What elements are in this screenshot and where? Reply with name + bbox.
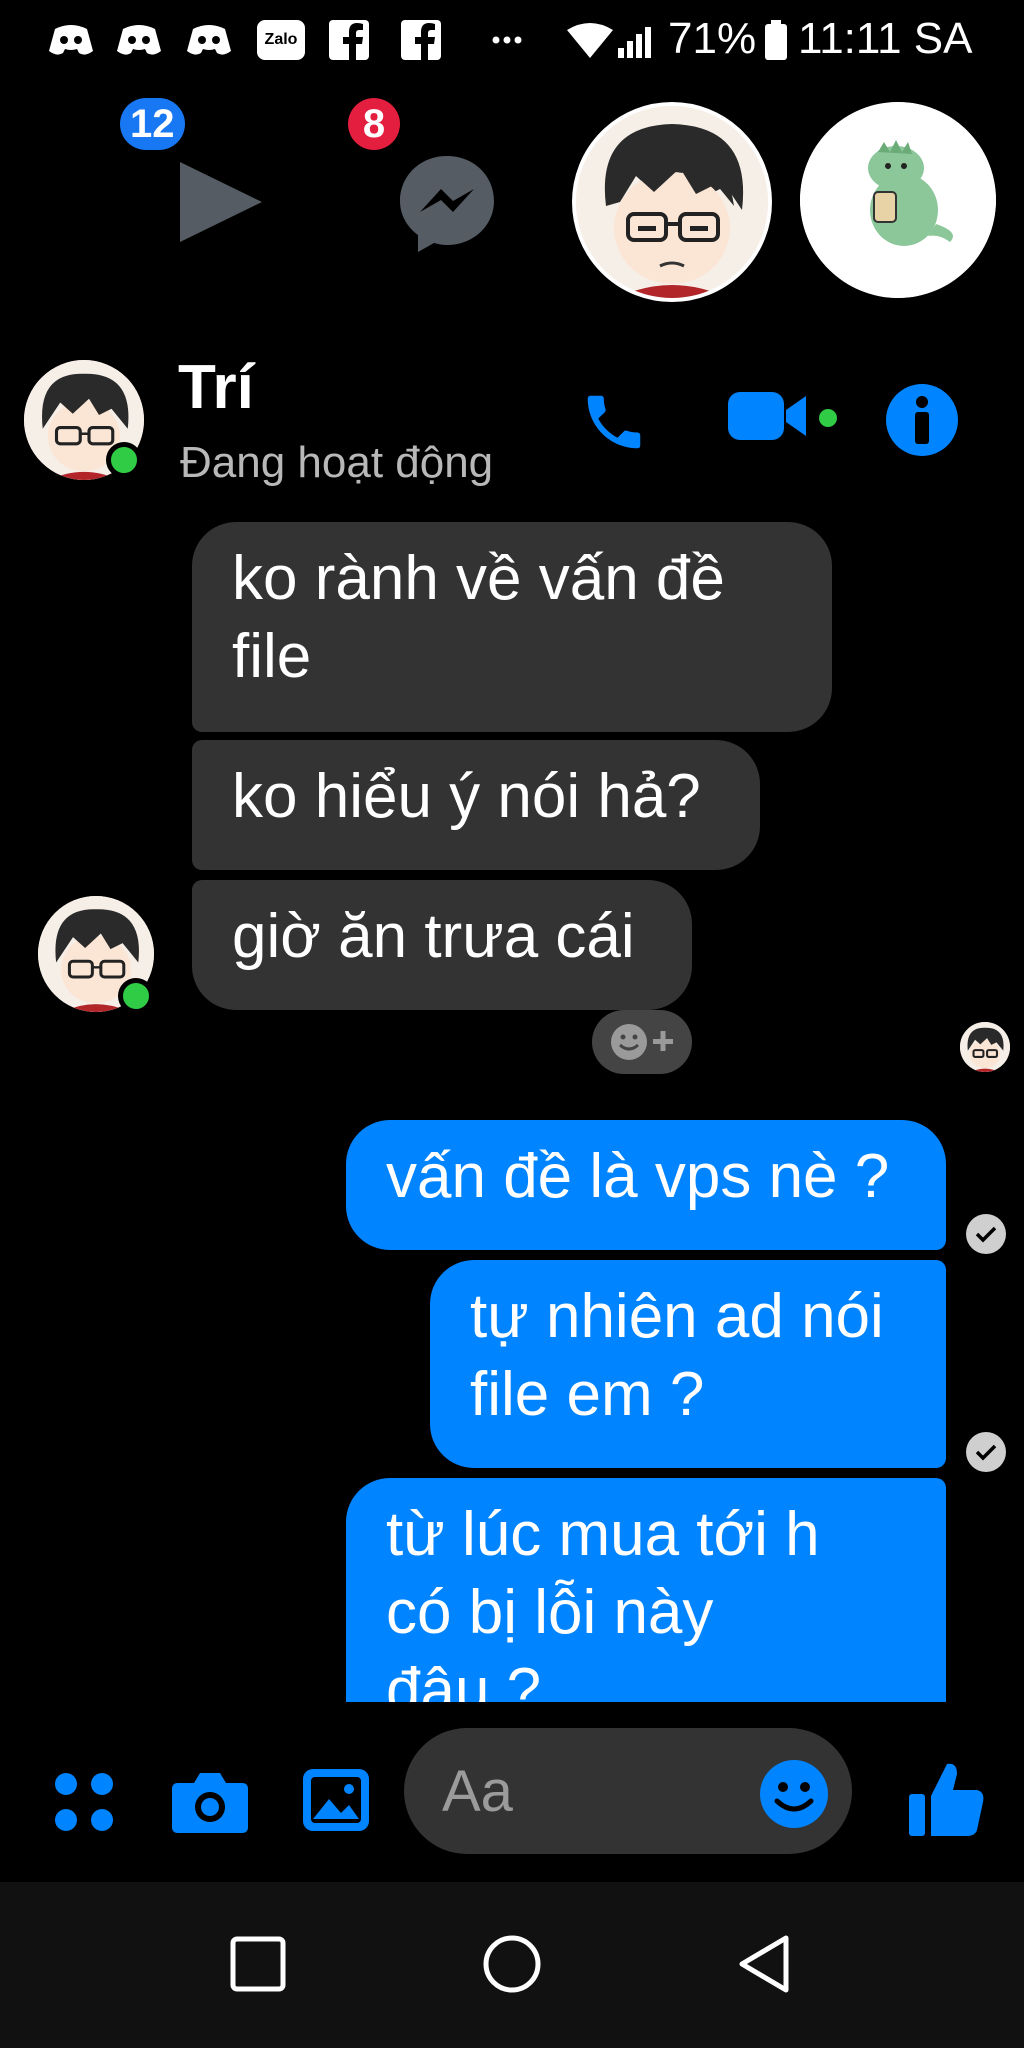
emoji-plus-icon: [611, 1024, 673, 1060]
circle-icon: [483, 1935, 541, 1993]
info-icon: [915, 396, 929, 444]
more-dots-icon: [490, 18, 524, 62]
dino-chathead[interactable]: [800, 102, 996, 298]
discord-icon: [48, 18, 94, 62]
home-button[interactable]: [470, 1922, 554, 2006]
messenger-unread-badge: 8: [348, 98, 400, 150]
recent-apps-button[interactable]: [216, 1922, 300, 2006]
online-indicator: [106, 442, 142, 478]
four-dots-icon: [55, 1773, 113, 1831]
video-active-dot: [816, 406, 840, 430]
facebook-icon: [328, 18, 370, 62]
wifi-icon: x: [566, 18, 614, 62]
camera-button[interactable]: [170, 1764, 250, 1840]
incoming-message[interactable]: giờ ăn trưa cái: [192, 880, 692, 1010]
zalo-label: Zalo: [257, 20, 305, 60]
incoming-message[interactable]: ko rành về vấn đề file: [192, 522, 832, 732]
voice-call-button[interactable]: [574, 382, 654, 462]
messenger-icon: [400, 156, 494, 252]
chathead-avatar[interactable]: [572, 102, 772, 302]
emoji-button[interactable]: [758, 1758, 830, 1830]
smiley-icon: [760, 1760, 828, 1828]
image-icon: [303, 1769, 369, 1831]
camera-icon: [172, 1773, 248, 1833]
video-call-button[interactable]: [728, 386, 810, 446]
battery-icon: [764, 18, 788, 62]
messenger-chathead[interactable]: [396, 152, 498, 254]
more-actions-button[interactable]: [46, 1764, 122, 1840]
gallery-button[interactable]: [300, 1764, 372, 1836]
avatar-image: [576, 106, 768, 298]
play-icon: [180, 162, 262, 242]
delivered-check-icon: [966, 1214, 1006, 1254]
seen-avatar: [960, 1022, 1010, 1072]
outgoing-message-clip: từ lúc mua tới h có bị lỗi này đâu ?: [346, 1478, 946, 1702]
back-triangle-icon: [739, 1935, 789, 1993]
video-unread-badge: 12: [120, 98, 185, 150]
navigation-bar: [0, 1882, 1024, 2048]
back-button[interactable]: [722, 1922, 806, 2006]
facebook-icon: [400, 18, 442, 62]
video-camera-icon: [728, 392, 806, 440]
delivered-check-icon: [966, 1432, 1006, 1472]
zalo-icon: Zalo: [256, 18, 306, 62]
signal-icon: [616, 18, 660, 62]
dino-sticker-icon: [800, 102, 996, 298]
like-button[interactable]: [902, 1756, 992, 1844]
avatar-image: [960, 1022, 1010, 1072]
online-indicator: [118, 978, 154, 1014]
discord-icon: [116, 18, 162, 62]
svg-text:x: x: [597, 43, 604, 58]
phone-icon: [587, 395, 641, 449]
outgoing-message[interactable]: vấn đề là vps nè ?: [346, 1120, 946, 1250]
incoming-message[interactable]: ko hiểu ý nói hả?: [192, 740, 760, 870]
battery-percent: 71%: [668, 14, 757, 63]
message-placeholder: Aa: [442, 1758, 513, 1824]
discord-icon: [186, 18, 232, 62]
outgoing-message[interactable]: tự nhiên ad nói file em ?: [430, 1260, 946, 1468]
thumbs-up-icon: [909, 1763, 984, 1836]
square-icon: [230, 1936, 286, 1992]
video-chathead[interactable]: [168, 150, 268, 250]
active-status: Đang hoạt động: [180, 438, 494, 487]
add-reaction-button[interactable]: [592, 1010, 692, 1074]
contact-name[interactable]: Trí: [178, 352, 254, 423]
clock: 11:11 SA: [798, 14, 973, 63]
outgoing-message[interactable]: từ lúc mua tới h có bị lỗi này đâu ?: [346, 1478, 946, 1702]
status-bar: Zalo x 71% 11:11 SA: [0, 0, 1024, 84]
info-button[interactable]: [886, 384, 958, 456]
